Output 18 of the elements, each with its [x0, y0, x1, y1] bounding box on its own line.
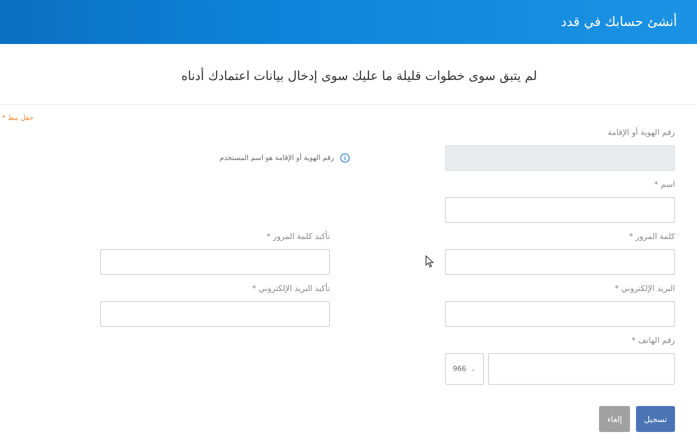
- info-icon: [340, 153, 350, 163]
- field-label: تأكيد كلمة المرور *: [265, 232, 330, 241]
- field-label: رقم الهوية أو الإقامة: [606, 128, 675, 137]
- input-field[interactable]: [488, 353, 675, 385]
- input-field[interactable]: [100, 301, 330, 327]
- field-label: رقم الهاتف *: [630, 336, 675, 345]
- page-title: أنشئ حسابك في قدد: [560, 14, 677, 30]
- field-label: البريد الإلكتروني *: [614, 284, 675, 293]
- field-label: كلمة المرور *: [628, 232, 675, 241]
- input-field[interactable]: [445, 301, 675, 327]
- input-field[interactable]: [100, 249, 330, 275]
- field-label: اسم *: [653, 180, 675, 189]
- input-field[interactable]: [445, 249, 675, 275]
- input-field[interactable]: [445, 197, 675, 223]
- mouse-cursor-icon: [425, 255, 434, 268]
- subtitle: لم يتبق سوى خطوات قليلة ما عليك سوى إدخال بيانات اعتمادك أدناه: [181, 68, 537, 83]
- field-label: تأكيد البريد الإلكتروني *: [251, 284, 330, 293]
- register-button[interactable]: تسجيل: [636, 406, 675, 432]
